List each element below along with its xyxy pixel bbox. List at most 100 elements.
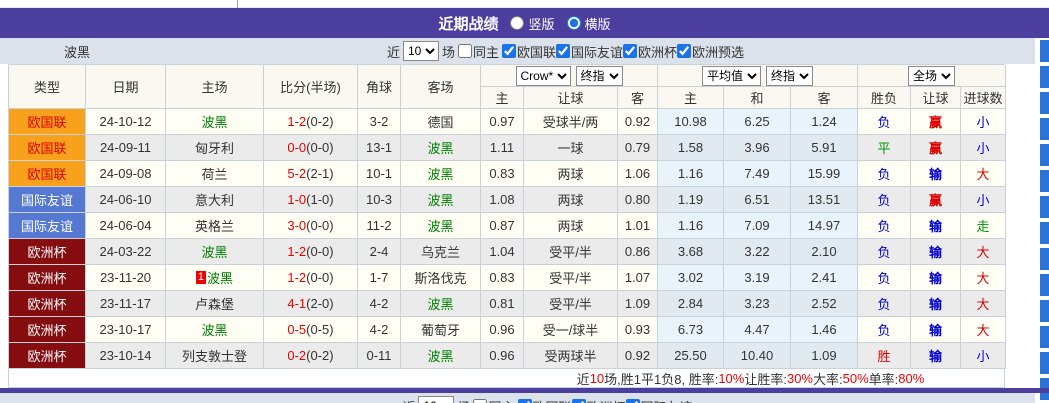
league-checkbox-欧洲预选[interactable]: 欧洲预选	[677, 42, 744, 61]
score-cell: 1-2 (0-0)	[264, 265, 358, 291]
home-team-name[interactable]: 波黑	[201, 112, 227, 131]
sub-column-header-3: 主	[658, 87, 724, 109]
home-team-name[interactable]: 波黑	[201, 320, 227, 339]
full-score: 0-2	[287, 348, 306, 363]
win-loss-cell: 负	[858, 291, 911, 317]
avg-draw-odds-cell: 3.22	[724, 239, 791, 265]
away-team-name[interactable]: 波黑	[427, 190, 453, 209]
league-checkbox-国际友谊[interactable]: 国际友谊	[626, 397, 693, 403]
match-type-cell: 国际友谊	[9, 187, 86, 213]
handicap-result-cell: 赢	[911, 109, 961, 135]
same-home-label: 同主	[488, 397, 514, 403]
avg-draw-odds-cell: 3.96	[724, 135, 791, 161]
half-score: (0-0)	[306, 270, 333, 285]
same-home-checkbox-icon[interactable]	[473, 399, 487, 403]
away-odds-cell: 1.06	[618, 161, 658, 187]
goals-over-under-cell: 小	[961, 187, 1006, 213]
table-header: Crow* 终指 平均值 终指 全场 类型日期主场比分(半场)角球客场主让球客主…	[9, 65, 1005, 109]
away-team-name[interactable]: 波黑	[427, 294, 453, 313]
handicap-cell: 两球	[524, 213, 618, 239]
handicap-result-cell: 输	[911, 161, 961, 187]
vertical-radio-icon[interactable]	[510, 16, 524, 30]
away-odds-cell: 0.93	[618, 317, 658, 343]
games-count-select-2[interactable]: 10	[418, 396, 454, 403]
final-odds-select[interactable]: 终指	[576, 66, 623, 86]
layout-radio-vertical[interactable]: 竖版	[510, 14, 554, 33]
score-cell: 3-0 (0-0)	[264, 213, 358, 239]
full-score: 0-0	[287, 140, 306, 155]
league-checkbox-icon[interactable]	[502, 44, 516, 58]
full-score: 0-5	[287, 322, 306, 337]
avg-draw-odds-cell: 3.19	[724, 265, 791, 291]
column-header-3: 比分(半场)	[264, 65, 358, 109]
same-home-checkbox[interactable]: 同主	[458, 42, 499, 61]
handicap-cell: 受球半/两	[524, 109, 618, 135]
away-team-name[interactable]: 乌克兰	[421, 242, 460, 261]
league-checkbox-icon[interactable]	[626, 399, 640, 403]
summary-segment: 10	[590, 371, 604, 386]
home-team-name[interactable]: 英格兰	[195, 216, 234, 235]
league-checkbox-欧国联[interactable]: 欧国联	[518, 397, 572, 403]
average-select[interactable]: 平均值	[702, 66, 761, 86]
games-count-select[interactable]: 10	[403, 41, 439, 61]
summary-segment: 30%	[787, 371, 813, 386]
league-checkbox-icon[interactable]	[623, 44, 637, 58]
league-checkbox-icon[interactable]	[677, 44, 691, 58]
away-team-cell: 乌克兰	[401, 239, 481, 265]
goals-over-under-cell: 大	[961, 291, 1006, 317]
avg-draw-odds-cell: 7.49	[724, 161, 791, 187]
league-checkbox-欧国联[interactable]: 欧国联	[502, 42, 556, 61]
home-team-name[interactable]: 波黑	[201, 242, 227, 261]
average-odds-group-header: 平均值 终指	[658, 65, 858, 87]
league-checkbox-icon[interactable]	[556, 44, 570, 58]
league-checkbox-icon[interactable]	[518, 399, 532, 403]
avg-draw-odds-cell: 6.25	[724, 109, 791, 135]
home-team-name[interactable]: 匈牙利	[195, 138, 234, 157]
date-cell: 23-11-17	[86, 291, 166, 317]
away-team-name[interactable]: 波黑	[427, 216, 453, 235]
home-team-name[interactable]: 荷兰	[201, 164, 227, 183]
result-scope-group-header: 全场	[858, 65, 1006, 87]
away-team-name[interactable]: 德国	[427, 112, 453, 131]
layout-radio-horizontal[interactable]: 横版	[567, 14, 611, 33]
league-checkbox-欧洲杯[interactable]: 欧洲杯	[623, 42, 677, 61]
team-name[interactable]: 波黑	[64, 42, 90, 61]
home-team-name[interactable]: 意大利	[195, 190, 234, 209]
score-cell: 4-1 (2-0)	[264, 291, 358, 317]
handicap-result-cell: 赢	[911, 187, 961, 213]
final-odds-select-2[interactable]: 终指	[766, 66, 813, 86]
goals-over-under-cell: 小	[961, 135, 1006, 161]
full-score: 1-0	[287, 192, 306, 207]
corner-cell: 10-1	[358, 161, 401, 187]
corner-cell: 13-1	[358, 135, 401, 161]
league-checkbox-icon[interactable]	[572, 399, 586, 403]
same-home-checkbox-2[interactable]: 同主	[473, 397, 514, 403]
league-checkbox-国际友谊[interactable]: 国际友谊	[556, 42, 623, 61]
bookmaker-select[interactable]: Crow*	[516, 66, 571, 86]
home-odds-cell: 1.11	[481, 135, 524, 161]
away-team-name[interactable]: 波黑	[427, 164, 453, 183]
avg-home-odds-cell: 2.84	[658, 291, 724, 317]
right-blue-strip[interactable]	[1040, 40, 1049, 403]
league-checkbox-欧洲杯[interactable]: 欧洲杯	[572, 397, 626, 403]
horizontal-radio-icon[interactable]	[567, 16, 581, 30]
same-home-checkbox-icon[interactable]	[458, 44, 472, 58]
away-team-name[interactable]: 波黑	[427, 138, 453, 157]
league-label: 欧洲杯	[587, 397, 626, 403]
scope-select[interactable]: 全场	[908, 66, 955, 86]
away-team-name[interactable]: 葡萄牙	[421, 320, 460, 339]
avg-home-odds-cell: 1.16	[658, 213, 724, 239]
away-team-name[interactable]: 波黑	[427, 346, 453, 365]
table-row: 欧洲杯 23-11-20 1 波黑 1-2 (0-0) 1-7 斯洛伐克 0.8…	[9, 265, 1005, 291]
summary-segment: 近	[577, 369, 590, 388]
half-score: (1-0)	[306, 192, 333, 207]
home-team-cell: 1 波黑	[166, 265, 264, 291]
match-type-cell: 欧洲杯	[9, 317, 86, 343]
home-team-name[interactable]: 卢森堡	[195, 294, 234, 313]
home-odds-cell: 0.96	[481, 343, 524, 369]
away-team-name[interactable]: 斯洛伐克	[414, 268, 466, 287]
home-odds-cell: 0.97	[481, 109, 524, 135]
home-team-name[interactable]: 波黑	[207, 268, 233, 287]
home-team-name[interactable]: 列支敦士登	[182, 346, 247, 365]
table-row: 欧洲杯 23-10-17 波黑 0-5 (0-5) 4-2 葡萄牙 0.96 受…	[9, 317, 1005, 343]
